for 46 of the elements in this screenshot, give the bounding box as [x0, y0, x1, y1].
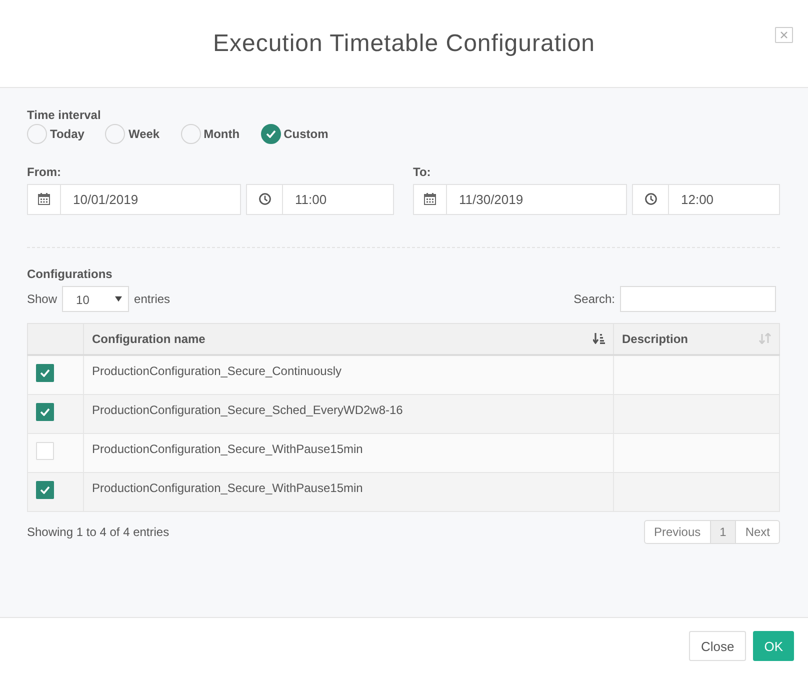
time-field[interactable]: 11:00	[246, 184, 394, 215]
dialog-title: Execution Timetable Configuration	[212, 30, 596, 58]
checkmark-icon	[40, 486, 50, 494]
table-cell: ProductionConfiguration_Secure_WithPause15min	[92, 442, 363, 456]
date-field[interactable]: 11/30/2019	[413, 184, 627, 215]
radio-label[interactable]: Today	[50, 127, 84, 141]
checkbox[interactable]	[36, 402, 54, 420]
caret-icon	[115, 296, 122, 302]
checkmark-icon	[40, 368, 50, 376]
pagination-button[interactable]: 1	[710, 520, 736, 544]
close-button[interactable]: Close	[688, 631, 746, 661]
table-row[interactable]: ProductionConfiguration_Secure_Sched_EveryWD2w8-16	[28, 394, 780, 433]
page-size-select[interactable]: 10	[62, 286, 130, 312]
close-button[interactable]	[775, 27, 793, 43]
section-label: Time interval	[27, 107, 101, 123]
table-row[interactable]: ProductionConfiguration_Secure_Continuously	[28, 354, 780, 394]
pagination-button[interactable]: Next	[735, 520, 780, 544]
radio-label[interactable]: Month	[204, 127, 240, 141]
clock-icon	[258, 192, 270, 204]
show-label: Show	[27, 292, 58, 306]
radio-label[interactable]: Custom	[284, 127, 328, 141]
section-label: Configurations	[27, 266, 112, 282]
search-label: Search:	[574, 292, 615, 306]
checkmark-icon	[266, 130, 276, 138]
field-label: To:	[413, 164, 431, 180]
date-field[interactable]: 10/01/2019	[27, 184, 241, 215]
entries-label: entries	[134, 292, 170, 306]
table-cell: ProductionConfiguration_Secure_Sched_EveryWD2w8-16	[92, 402, 403, 416]
checkmark-icon	[40, 408, 50, 416]
pagination-button[interactable]: Previous	[644, 520, 711, 544]
clock-icon	[644, 192, 656, 204]
search-field[interactable]	[620, 286, 776, 312]
calendar-icon	[38, 192, 50, 204]
calendar-icon	[424, 192, 436, 204]
table-cell: ProductionConfiguration_Secure_WithPause15min	[92, 480, 363, 494]
checkbox[interactable]	[36, 480, 54, 498]
close-icon	[780, 31, 788, 39]
radio-button[interactable]	[260, 124, 281, 144]
table-row[interactable]: ProductionConfiguration_Secure_WithPause15min	[28, 433, 780, 472]
table-info: Showing 1 to 4 of 4 entries	[27, 524, 170, 538]
radio-label[interactable]: Week	[128, 127, 160, 141]
table-row[interactable]: ProductionConfiguration_Secure_WithPause15min	[28, 472, 780, 511]
time-field[interactable]: 12:00	[632, 184, 780, 215]
table-cell: ProductionConfiguration_Secure_Continuously	[92, 364, 342, 378]
field-label: From:	[27, 164, 61, 180]
checkbox[interactable]	[36, 364, 54, 382]
